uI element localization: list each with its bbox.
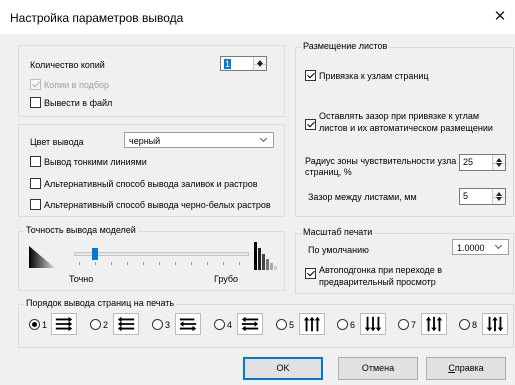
dialog-body: Количество копий 1 Копии в подбор Вывест… [0,34,515,385]
color-value: черный [129,136,161,146]
snap-label: Привязка к узлам страниц [319,71,429,81]
order-radio-label: 2 [103,320,109,330]
accuracy-coarse-label: Грубо [214,274,239,284]
chevron-down-icon [494,241,503,250]
ok-button[interactable]: OK [243,357,323,380]
radius-spin-arrows[interactable] [492,155,505,170]
accuracy-group-label: Точность вывода моделей [24,225,138,235]
order-radio-label: 4 [227,320,233,330]
order-radio-4[interactable] [214,319,225,330]
order-radio-label: 8 [472,320,478,330]
autofit-label-line1: Автоподгонка при переходе в [319,265,443,275]
order-radio-label: 7 [411,320,417,330]
collate-checkbox[interactable] [30,79,41,90]
chevron-down-icon [259,134,268,143]
color-label: Цвет вывода [30,137,84,147]
order-rows-btt-icon [175,313,201,335]
help-label-rest: правка [454,363,484,373]
coarse-gradient-icon [254,242,277,270]
spin-down-icon[interactable] [496,163,502,167]
order-group: Порядок вывода страниц на печать 1 2 3 4… [18,298,514,348]
close-icon[interactable]: ✕ [485,6,515,28]
scale-default-label: По умолчанию [308,245,369,255]
snap-checkbox[interactable] [305,70,316,81]
gap-mm-stepper[interactable]: 5 [459,188,506,205]
gap-label-line1: Оставлять зазор при привязке к углам [319,111,480,121]
scale-select[interactable]: 1.0000 [452,239,509,255]
accuracy-group: Точность вывода моделей Точно Грубо [18,225,285,291]
accuracy-slider-thumb[interactable] [92,248,98,260]
gap-mm-spin-arrows[interactable] [492,189,505,204]
order-radio-2[interactable] [90,319,101,330]
order-radio-label: 6 [350,320,356,330]
scale-value: 1.0000 [457,243,485,253]
order-radio-3[interactable] [152,319,163,330]
autofit-checkbox[interactable] [305,268,316,279]
window-title: Настройка параметров вывода [10,11,184,25]
collate-label: Копии в подбор [44,80,110,90]
spin-up-icon[interactable] [496,192,502,196]
radius-value[interactable]: 25 [463,157,473,167]
copies-group: Количество копий 1 Копии в подбор Вывест… [18,45,285,117]
order-cols-ttb-icon [299,313,325,335]
gap-mm-value[interactable]: 5 [463,191,468,201]
thin-lines-checkbox[interactable] [30,156,41,167]
order-cols-btt-icon [360,313,386,335]
fine-gradient-icon [29,246,55,268]
order-radio-label: 5 [289,320,295,330]
thin-lines-label: Вывод тонкими линиями [44,157,147,167]
scale-group: Масштаб печати По умолчанию 1.0000 Автоп… [295,227,514,294]
order-group-label: Порядок вывода страниц на печать [24,298,177,308]
color-select[interactable]: черный [124,132,274,148]
gap-checkbox[interactable] [305,119,316,130]
alt-bw-label: Альтернативный способ вывода черно-белых… [44,200,271,210]
spin-up-icon[interactable] [496,158,502,162]
order-cols-zigzag-icon [421,313,447,335]
radius-label-line2: страниц, % [305,167,352,177]
order-radio-6[interactable] [337,319,348,330]
autofit-label-line2: предварительный просмотр [319,277,436,287]
order-radio-1[interactable] [29,319,40,330]
order-radio-7[interactable] [398,319,409,330]
gap-label-line2: листов и их автоматическом размещении [319,123,493,133]
title-bar: Настройка параметров вывода ✕ [0,0,515,34]
spin-down-icon[interactable] [257,63,263,67]
help-button[interactable]: Справка [426,357,506,380]
copies-stepper[interactable]: 1 [220,56,267,71]
placement-group: Размещение листов Привязка к узлам стран… [295,41,514,217]
scale-group-label: Масштаб печати [301,227,375,237]
placement-group-label: Размещение листов [301,41,390,51]
copies-value[interactable]: 1 [224,59,232,69]
copies-spin-arrows[interactable] [253,57,266,70]
alt-bw-checkbox[interactable] [30,199,41,210]
order-radio-label: 3 [165,320,171,330]
order-radio-8[interactable] [459,319,470,330]
cancel-button[interactable]: Отмена [338,357,418,380]
accuracy-slider-track[interactable] [74,252,249,256]
spin-down-icon[interactable] [496,197,502,201]
order-rows-rtl-icon [113,313,139,335]
color-group: Цвет вывода черный Вывод тонкими линиями… [18,124,285,217]
radius-stepper[interactable]: 25 [459,154,506,171]
to-file-checkbox[interactable] [30,97,41,108]
order-radio-5[interactable] [276,319,287,330]
radius-label-line1: Радиус зоны чувствительности узла [305,156,457,166]
order-rows-zigzag-icon [237,313,263,335]
copies-label: Количество копий [30,60,105,70]
accuracy-fine-label: Точно [69,274,94,284]
order-radio-label: 1 [42,320,48,330]
alt-fill-checkbox[interactable] [30,178,41,189]
gap-mm-label: Зазор между листами, мм [308,192,417,202]
order-rows-ltr-icon [51,313,77,335]
alt-fill-label: Альтернативный способ вывода заливок и р… [44,179,258,189]
order-cols-zigzag-alt-icon [482,313,508,335]
to-file-label: Вывести в файл [44,98,113,108]
